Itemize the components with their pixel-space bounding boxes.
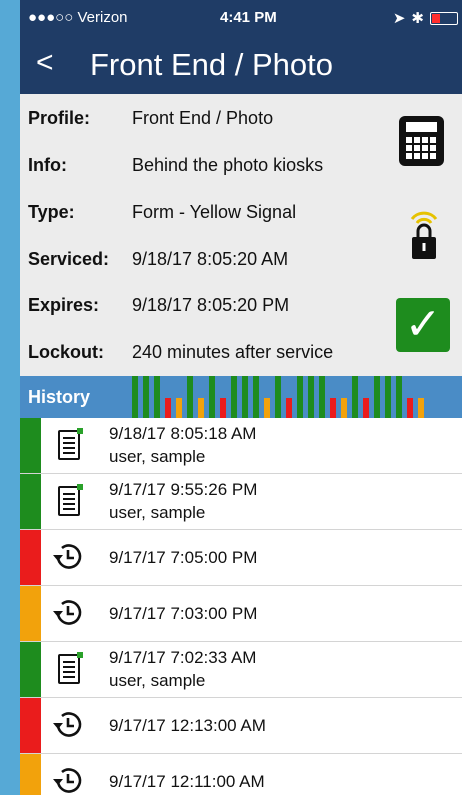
history-bar-red	[363, 398, 369, 418]
history-bar-green	[253, 376, 259, 418]
expires-row: Expires: 9/18/17 8:05:20 PM	[28, 295, 289, 316]
serviced-row: Serviced: 9/18/17 8:05:20 AM	[28, 249, 288, 270]
history-bar-green	[352, 376, 358, 418]
lockout-value: 240 minutes after service	[132, 342, 334, 362]
history-bar-green	[231, 376, 237, 418]
form-document-icon	[58, 484, 86, 518]
history-item[interactable]: 9/17/17 7:02:33 AM user, sample	[20, 642, 462, 698]
lockout-label: Lockout:	[28, 342, 104, 362]
status-stripe	[20, 530, 41, 585]
page-title: Front End / Photo	[90, 47, 333, 82]
history-bar-red	[220, 398, 226, 418]
profile-label: Profile:	[28, 108, 91, 128]
history-user: user, sample	[109, 447, 206, 466]
history-item[interactable]: 9/18/17 8:05:18 AM user, sample	[20, 418, 462, 474]
clock-history-icon	[52, 765, 82, 795]
clock-history-icon	[52, 709, 82, 741]
bluetooth-icon: ✱	[411, 10, 424, 27]
history-timestamp: 9/17/17 9:55:26 PM	[109, 480, 258, 499]
history-bar-red	[165, 398, 171, 418]
expires-value: 9/18/17 8:05:20 PM	[132, 295, 290, 315]
history-timestamp: 9/17/17 7:05:00 PM	[109, 548, 258, 567]
history-item[interactable]: 9/17/17 9:55:26 PM user, sample	[20, 474, 462, 530]
history-list: 9/18/17 8:05:18 AM user, sample 9/17/17 9:…	[20, 418, 462, 795]
serviced-value: 9/18/17 8:05:20 AM	[132, 249, 289, 269]
lockout-row: Lockout: 240 minutes after service	[28, 342, 333, 363]
history-bar-green	[154, 376, 160, 418]
carrier-label: ●●●○○ Verizon	[28, 9, 128, 26]
type-value: Form - Yellow Signal	[132, 202, 297, 222]
status-icons: ➤ ✱	[393, 9, 458, 27]
history-timestamp: 9/17/17 12:13:00 AM	[109, 716, 266, 735]
history-bar-green	[319, 376, 325, 418]
type-label: Type:	[28, 202, 75, 222]
history-timestamp: 9/17/17 7:02:33 AM	[109, 648, 257, 667]
history-bar-green	[385, 376, 391, 418]
location-icon: ➤	[392, 10, 406, 27]
history-user: user, sample	[109, 671, 206, 690]
serviced-label: Serviced:	[28, 249, 110, 269]
history-bar-green	[275, 376, 281, 418]
clock-history-icon	[52, 597, 82, 629]
profile-row: Profile: Front End / Photo	[28, 108, 273, 129]
history-bar-green	[308, 376, 314, 418]
clock-history-icon	[52, 541, 82, 573]
history-bar-green	[209, 376, 215, 418]
checkmark-icon[interactable]: ✓	[396, 298, 450, 352]
form-document-icon	[58, 652, 86, 686]
expires-label: Expires:	[28, 295, 100, 315]
lock-signal-icon[interactable]	[408, 207, 440, 261]
history-bar-red	[286, 398, 292, 418]
info-label: Info:	[28, 155, 67, 175]
history-label: History	[28, 387, 91, 407]
history-bar-green	[132, 376, 138, 418]
profile-info-panel: Profile: Front End / Photo Info: Behind th…	[20, 94, 462, 376]
history-timestamp: 9/17/17 12:11:00 AM	[109, 772, 265, 791]
history-bar-red	[407, 398, 413, 418]
nav-bar: < Front End / Photo	[20, 34, 462, 94]
history-item[interactable]: 9/17/17 12:13:00 AM	[20, 698, 462, 754]
history-bar-green	[396, 376, 402, 418]
history-user: user, sample	[109, 503, 206, 522]
form-document-icon	[58, 428, 86, 462]
history-bar-orange	[198, 398, 204, 418]
clock-label: 4:41 PM	[220, 9, 277, 26]
history-item[interactable]: 9/17/17 7:03:00 PM	[20, 586, 462, 642]
phone-screen: ●●●○○ Verizon 4:41 PM ➤ ✱ < Front End / …	[20, 0, 462, 795]
history-bar-green	[143, 376, 149, 418]
history-bar-green	[297, 376, 303, 418]
profile-value: Front End / Photo	[132, 108, 274, 128]
history-bar-orange	[341, 398, 347, 418]
status-stripe	[20, 474, 41, 529]
history-bar-orange	[418, 398, 424, 418]
history-item[interactable]: 9/17/17 7:05:00 PM	[20, 530, 462, 586]
history-bar-red	[330, 398, 336, 418]
status-bar: ●●●○○ Verizon 4:41 PM ➤ ✱	[20, 0, 462, 34]
history-bar-green	[242, 376, 248, 418]
history-item[interactable]: 9/17/17 12:11:00 AM	[20, 754, 462, 795]
history-bar-green	[187, 376, 193, 418]
status-stripe	[20, 698, 41, 753]
status-stripe	[20, 586, 41, 641]
battery-icon	[430, 11, 458, 25]
calculator-icon[interactable]	[399, 116, 444, 166]
history-bar-green	[374, 376, 380, 418]
history-bar-orange	[264, 398, 270, 418]
info-value: Behind the photo kiosks	[132, 155, 324, 175]
back-button[interactable]: <	[36, 48, 54, 78]
history-header: History	[20, 376, 462, 418]
status-stripe	[20, 754, 41, 795]
info-row: Info: Behind the photo kiosks	[28, 155, 323, 176]
history-timestamp: 9/17/17 7:03:00 PM	[109, 604, 258, 623]
history-bar-orange	[176, 398, 182, 418]
history-timestamp: 9/18/17 8:05:18 AM	[109, 424, 257, 443]
type-row: Type: Form - Yellow Signal	[28, 202, 296, 223]
status-stripe	[20, 418, 41, 473]
status-stripe	[20, 642, 41, 697]
